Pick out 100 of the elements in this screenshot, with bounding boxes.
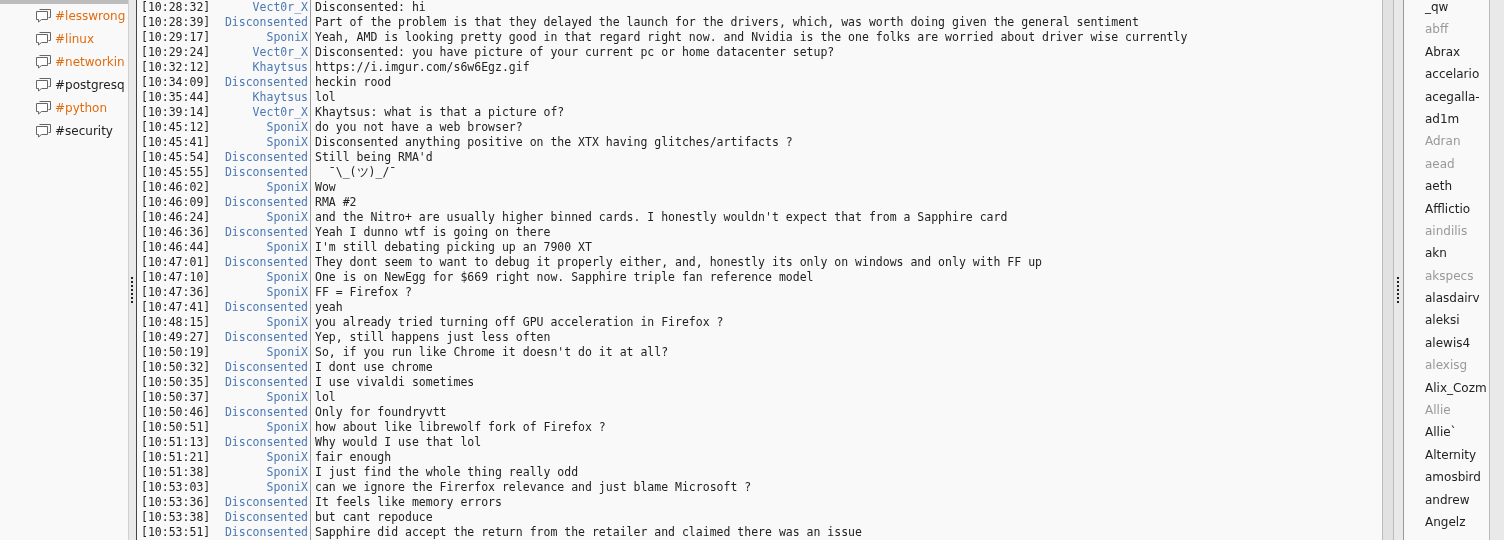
timestamp: [10:46:24]: [140, 210, 212, 225]
nickname: SponiX: [213, 135, 311, 150]
nickname: Disconsented: [213, 525, 311, 540]
message-text: Disconsented: hi: [314, 0, 426, 15]
nickname: SponiX: [213, 315, 311, 330]
user-name[interactable]: Allie`: [1404, 421, 1489, 444]
timestamp: [10:34:09]: [140, 75, 212, 90]
message-text: One is on NewEgg for $669 right now. Sapphire triple fan reference model: [314, 270, 814, 285]
timestamp: [10:49:27]: [140, 330, 212, 345]
nickname: Vect0r_X: [213, 105, 311, 120]
user-name[interactable]: amosbird: [1404, 466, 1489, 489]
user-name[interactable]: alasdairv: [1404, 287, 1489, 310]
message-text: RMA #2: [314, 195, 357, 210]
timestamp: [10:50:37]: [140, 390, 212, 405]
user-name[interactable]: _qw: [1404, 0, 1489, 19]
user-name[interactable]: ad1m: [1404, 107, 1489, 131]
timestamp: [10:45:54]: [140, 150, 212, 165]
timestamp: [10:53:03]: [140, 480, 212, 495]
user-name[interactable]: aleksi: [1404, 309, 1489, 332]
timestamp: [10:51:38]: [140, 465, 212, 480]
message-text: and the Nitro+ are usually higher binned cards. I honestly wouldn't expect that from a Sapphire card: [314, 210, 1008, 225]
message-text: Wow: [314, 180, 336, 195]
message-text: can we ignore the Firerfox relevance and just blame Microsoft ?: [314, 480, 752, 495]
message-text: lol: [314, 390, 336, 405]
timestamp: [10:28:39]: [140, 15, 212, 30]
message-text: https://i.imgur.com/s6w6Egz.gif: [314, 60, 530, 75]
nickname: Disconsented: [213, 435, 311, 450]
nickname: SponiX: [213, 480, 311, 495]
channel-item[interactable]: #postgresq: [0, 73, 128, 96]
message-text: you already tried turning off GPU acceleration in Firefox ?: [314, 315, 724, 330]
nickname: Disconsented: [213, 375, 311, 390]
nickname: Disconsented: [213, 495, 311, 510]
nickname: Disconsented: [213, 300, 311, 315]
message-text: Why would I use that lol: [314, 435, 482, 450]
message-text: FF = Firefox ?: [314, 285, 412, 300]
message-text: So, if you run like Chrome it doesn't do it at all?: [314, 345, 669, 360]
user-name[interactable]: akn: [1404, 242, 1489, 265]
user-name[interactable]: Angelz: [1404, 511, 1489, 534]
message-text: lol: [314, 90, 336, 105]
user-name[interactable]: Alix_Cozm: [1404, 376, 1489, 400]
message-text: yeah: [314, 300, 343, 315]
message-text: I dont use chrome: [314, 360, 433, 375]
timestamp: [10:35:44]: [140, 90, 212, 105]
nickname: Disconsented: [213, 225, 311, 240]
user-name[interactable]: Abrax: [1404, 40, 1489, 64]
user-name[interactable]: acegalla-: [1404, 85, 1489, 108]
channel-name: #networkin: [55, 54, 125, 69]
channel-item[interactable]: #security: [0, 119, 128, 142]
message-text: fair enough: [314, 450, 392, 465]
channel-name: #postgresq: [55, 77, 125, 92]
timestamp: [10:50:19]: [140, 345, 212, 360]
channel-name: #python: [55, 100, 108, 115]
timestamp: [10:51:21]: [140, 450, 212, 465]
splitter-handle[interactable]: [1396, 277, 1401, 303]
timestamp: [10:32:12]: [140, 60, 212, 75]
timestamp: [10:50:35]: [140, 375, 212, 390]
user-name[interactable]: accelario: [1404, 63, 1489, 86]
user-name[interactable]: Afflictio: [1404, 197, 1489, 220]
message-text: Sapphire did accept the return from the retailer and claimed there was an issue: [314, 525, 862, 540]
timestamp: [10:50:51]: [140, 420, 212, 435]
message-text: Only for foundryvtt: [314, 405, 447, 420]
chat-bubbles-icon: [35, 123, 52, 138]
nickname: Disconsented: [213, 75, 311, 90]
message-text: I use vivaldi sometimes: [314, 375, 475, 390]
scrollbar[interactable]: [1383, 0, 1394, 540]
nickname: SponiX: [213, 390, 311, 405]
timestamp: [10:45:41]: [140, 135, 212, 150]
message-text: Disconsented anything positive on the XTX having glitches/artifacts ?: [314, 135, 793, 150]
timestamp: [10:45:12]: [140, 120, 212, 135]
nickname: Disconsented: [213, 510, 311, 525]
timestamp: [10:50:32]: [140, 360, 212, 375]
nickname: SponiX: [213, 270, 311, 285]
message-text: It feels like memory errors: [314, 495, 502, 510]
nickname: SponiX: [213, 420, 311, 435]
nickname: SponiX: [213, 210, 311, 225]
channel-name: #linux: [55, 31, 95, 46]
user-name[interactable]: andrew: [1404, 488, 1489, 511]
timestamp: [10:53:36]: [140, 495, 212, 510]
chat-bubbles-icon: [35, 100, 52, 115]
user-name[interactable]: Alternity: [1404, 443, 1489, 467]
chat-bubbles-icon: [35, 8, 52, 23]
user-name[interactable]: aeth: [1404, 175, 1489, 198]
message-text: but cant repoduce: [314, 510, 433, 525]
timestamp: [10:51:13]: [140, 435, 212, 450]
nickname: Khaytsus: [213, 60, 311, 75]
channel-name: #security: [55, 123, 113, 138]
timestamp: [10:47:41]: [140, 300, 212, 315]
nickname: SponiX: [213, 450, 311, 465]
timestamp: [10:29:17]: [140, 30, 212, 45]
nickname: SponiX: [213, 240, 311, 255]
message-text: heckin rood: [314, 75, 392, 90]
timestamp: [10:28:32]: [140, 0, 212, 15]
timestamp: [10:50:46]: [140, 405, 212, 420]
splitter-handle[interactable]: [130, 277, 135, 303]
message-text: I just find the whole thing really odd: [314, 465, 579, 480]
timestamp: [10:46:09]: [140, 195, 212, 210]
user-name[interactable]: alewis4: [1404, 331, 1489, 355]
timestamp: [10:53:51]: [140, 525, 212, 540]
nickname: Disconsented: [213, 255, 311, 270]
message-text: Yep, still happens just less often: [314, 330, 551, 345]
